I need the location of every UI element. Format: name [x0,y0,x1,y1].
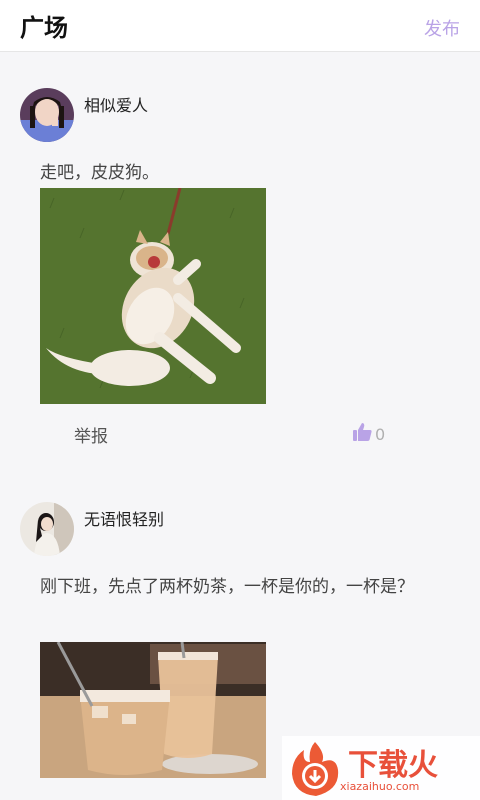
top-bar: 广场 发布 [0,0,480,52]
post-content: 走吧，皮皮狗。 [40,163,159,183]
watermark-site: xiazaihuo.com [340,780,420,793]
avatar[interactable] [20,88,74,142]
watermark-logo: 下载火 xiazaihuo.com [282,736,480,800]
username[interactable]: 无语恨轻别 [84,506,164,530]
page-title: 广场 [20,14,68,42]
post-content: 刚下班，先点了两杯奶茶，一杯是你的，一杯是？ [40,577,414,597]
like-button[interactable]: 0 [352,422,385,446]
post-image-milk-tea[interactable] [40,642,266,778]
watermark-brand: 下载火 [348,748,438,783]
thumbs-up-icon [352,422,372,446]
publish-button[interactable]: 发布 [424,15,460,41]
avatar[interactable] [20,502,74,556]
username[interactable]: 相似爱人 [84,92,148,116]
post-actions: 举报 0 [0,422,480,450]
flame-logo-icon [292,742,339,796]
feed-list[interactable]: 相似爱人 走吧，皮皮狗。 举报 0 无语恨轻别 刚下班，先点了两杯奶茶，一杯是你… [0,52,480,800]
post-image-dog[interactable] [40,188,266,404]
like-count: 0 [375,424,386,444]
report-button[interactable]: 举报 [74,422,108,447]
